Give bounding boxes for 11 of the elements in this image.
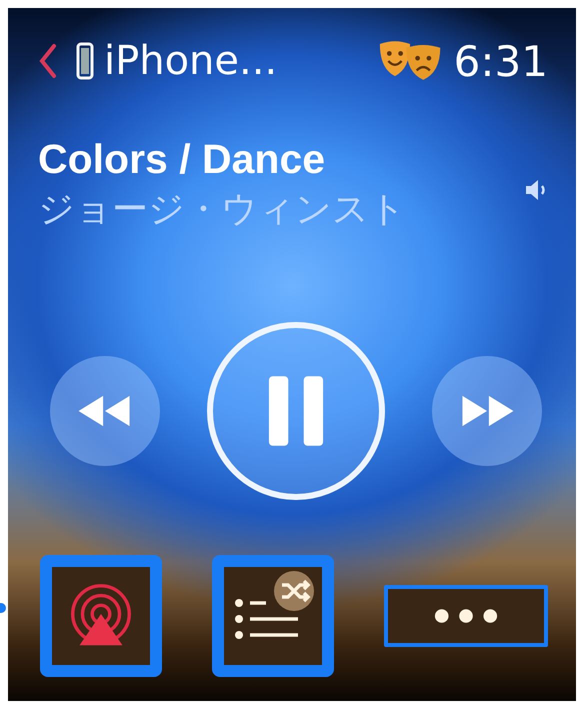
back-icon[interactable] bbox=[38, 43, 58, 79]
pause-icon bbox=[267, 374, 325, 448]
artist-name: ジョージ・ウィンスト bbox=[38, 188, 406, 232]
device-name: iPhone... bbox=[104, 38, 278, 84]
clock-time: 6:31 bbox=[454, 36, 548, 86]
airplay-button[interactable] bbox=[40, 555, 162, 677]
queue-shuffle-button[interactable] bbox=[212, 555, 334, 677]
song-title: Colors / Dance bbox=[38, 136, 326, 182]
more-button[interactable] bbox=[384, 585, 548, 647]
phone-icon bbox=[76, 42, 94, 80]
more-icon bbox=[432, 606, 500, 626]
